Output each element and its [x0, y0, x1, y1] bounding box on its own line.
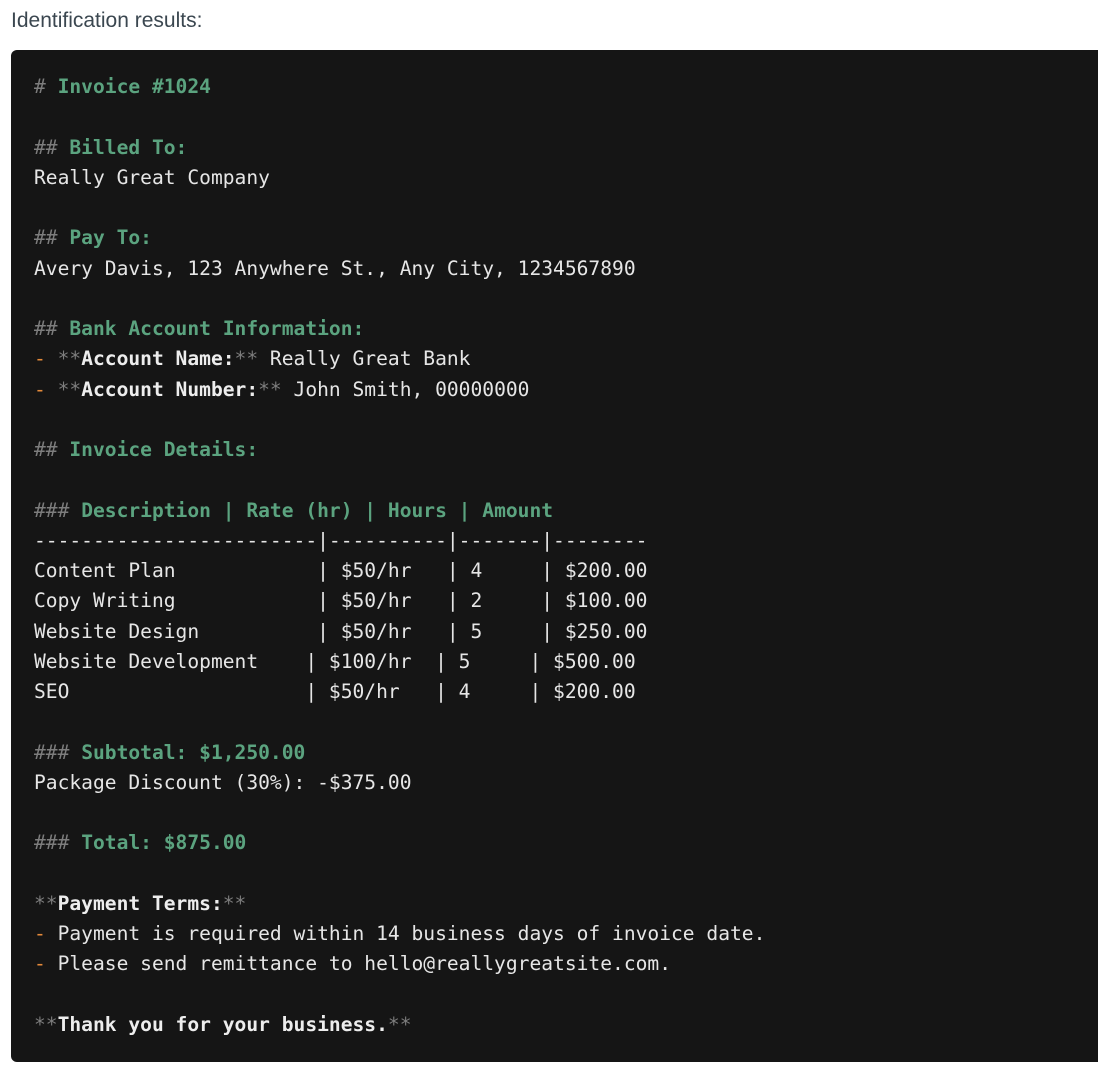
code-line: Website Development | $100/hr | 5 | $500… [34, 647, 1098, 677]
plain-text: Payment is required within 14 business d… [57, 922, 766, 945]
code-line: Really Great Company [34, 163, 1098, 193]
bold-text: Payment Terms: [57, 891, 223, 915]
bold-text: Thank you for your business. [57, 1012, 388, 1036]
code-line: ### Subtotal: $1,250.00 [34, 738, 1098, 768]
markdown-marker: ** [258, 377, 282, 401]
plain-text: Avery Davis, 123 Anywhere St., Any City,… [34, 256, 636, 280]
code-line: Avery Davis, 123 Anywhere St., Any City,… [34, 254, 1098, 284]
plain-text: Content Plan | $50/hr | 4 | $200.00 [34, 559, 648, 582]
code-line: - **Account Number:** John Smith, 000000… [34, 375, 1098, 405]
markdown-code-block[interactable]: # Invoice #1024 ## Billed To: Really Great… [11, 50, 1098, 1062]
heading-text: Bank Account Information: [69, 317, 365, 340]
plain-text: Please send remittance to hello@reallygr… [57, 952, 672, 976]
bold-text: Account Name: [81, 347, 235, 371]
heading-text: Subtotal: $1,250.00 [81, 740, 306, 764]
code-line: **Thank you for your business.** [34, 1010, 1098, 1040]
code-line: Content Plan | $50/hr | 4 | $200.00 [34, 556, 1098, 586]
markdown-marker: ** [222, 891, 247, 915]
plain-text: Really Great Bank [258, 347, 471, 371]
code-line: - Please send remittance to hello@really… [34, 949, 1098, 979]
code-line: ## Invoice Details: [34, 435, 1098, 465]
code-line: **Payment Terms:** [34, 889, 1098, 919]
code-line: SEO | $50/hr | 4 | $200.00 [34, 677, 1098, 707]
markdown-marker: ** [234, 347, 259, 371]
plain-text: Package Discount (30%): -$375.00 [34, 770, 412, 794]
heading-text: Pay To: [69, 226, 152, 250]
markdown-marker: ## [34, 317, 70, 340]
heading-text: Invoice #1024 [57, 75, 211, 98]
code-line: - Payment is required within 14 business… [34, 919, 1098, 949]
markdown-marker: ### [34, 831, 82, 855]
code-line: ## Bank Account Information: [34, 314, 1098, 344]
heading-text: Total: $875.00 [81, 831, 247, 855]
markdown-marker: ## [34, 135, 70, 159]
bullet-marker: - [34, 952, 58, 976]
plain-text: Website Development | $100/hr | 5 | $500… [34, 649, 636, 673]
code-line: Website Design | $50/hr | 5 | $250.00 [34, 617, 1098, 647]
markdown-marker: ** [57, 347, 82, 371]
plain-text: Website Design | $50/hr | 5 | $250.00 [34, 619, 648, 643]
plain-text: John Smith, 00000000 [281, 377, 530, 401]
code-line: - **Account Name:** Really Great Bank [34, 344, 1098, 374]
markdown-marker: ** [387, 1012, 412, 1036]
markdown-marker: ** [57, 377, 82, 401]
bullet-marker: - [34, 347, 58, 371]
markdown-marker: ## [34, 226, 70, 250]
code-line: ### Description | Rate (hr) | Hours | Am… [34, 496, 1098, 526]
code-line: ------------------------|----------|----… [34, 526, 1098, 556]
markdown-marker: ### [34, 740, 82, 764]
results-caption: Identification results: [11, 9, 203, 32]
bold-text: Account Number: [81, 377, 259, 401]
code-line: ## Pay To: [34, 223, 1098, 253]
markdown-marker: # [34, 75, 58, 98]
bullet-marker: - [34, 922, 58, 945]
code-line: ## Billed To: [34, 133, 1098, 163]
markdown-marker: ## [34, 438, 70, 461]
bullet-marker: - [34, 377, 58, 401]
code-line: # Invoice #1024 [34, 72, 1098, 102]
heading-text: Billed To: [69, 135, 188, 159]
markdown-marker: ** [34, 891, 58, 915]
code-line: Package Discount (30%): -$375.00 [34, 768, 1098, 798]
plain-text: ------------------------|----------|----… [34, 528, 648, 552]
plain-text: Copy Writing | $50/hr | 2 | $100.00 [34, 589, 648, 613]
plain-text: Really Great Company [34, 165, 270, 189]
code-line: ### Total: $875.00 [34, 828, 1098, 858]
heading-text: Description | Rate (hr) | Hours | Amount [81, 498, 554, 522]
code-line: Copy Writing | $50/hr | 2 | $100.00 [34, 586, 1098, 616]
markdown-marker: ### [34, 498, 82, 522]
plain-text: SEO | $50/hr | 4 | $200.00 [34, 680, 636, 703]
markdown-marker: ** [34, 1012, 58, 1036]
heading-text: Invoice Details: [69, 438, 259, 461]
